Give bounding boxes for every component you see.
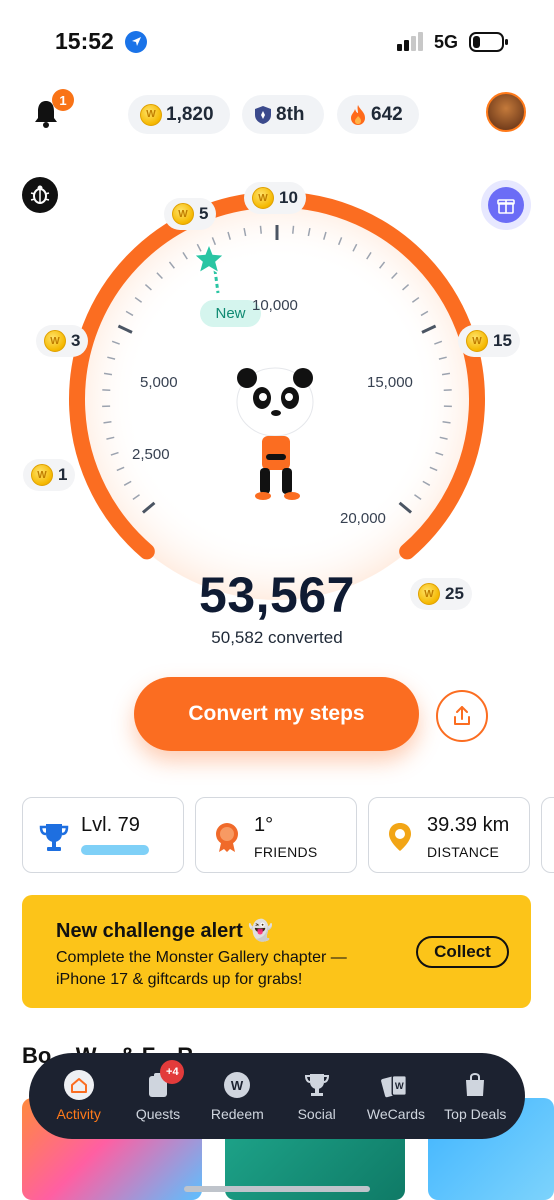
gauge-tick: [442, 421, 451, 424]
map-pin-icon: [389, 823, 411, 851]
coin-icon: W: [44, 330, 66, 352]
coin-icon: W: [172, 203, 194, 225]
step-gauge: [69, 191, 485, 600]
level-card[interactable]: Lvl. 79: [22, 797, 184, 873]
signal-icon: [397, 32, 423, 51]
distance-card[interactable]: 39.39 km DISTANCE: [368, 797, 530, 873]
gauge-tick: [292, 225, 295, 234]
reward-value: 5: [199, 204, 209, 223]
nav-wecards[interactable]: W WeCards: [356, 1070, 435, 1122]
nav-label: Redeem: [210, 1106, 264, 1122]
nav-label: WeCards: [366, 1106, 426, 1122]
gauge-tick: [259, 225, 262, 234]
status-time: 15:52: [55, 28, 114, 54]
reward-3[interactable]: W 3: [36, 325, 89, 357]
status-bar: 15:52 5G: [0, 0, 554, 80]
reward-value: 3: [71, 331, 81, 350]
reward-value: 10: [279, 188, 298, 207]
tick-label-20000: 20,000: [340, 510, 386, 527]
share-icon: [454, 706, 470, 725]
shield-icon: [255, 105, 271, 124]
svg-text:W: W: [231, 1078, 244, 1093]
challenge-text: Complete the Monster Gallery chapter — i…: [56, 949, 347, 988]
steps-converted: 50,582 converted: [211, 628, 343, 647]
nav-quests[interactable]: +4 Quests: [118, 1060, 197, 1122]
reward-value: 15: [493, 331, 512, 350]
tick-label-5000: 5,000: [140, 374, 178, 391]
distance-value: 39.39 km: [427, 814, 510, 836]
location-arrow-icon: [125, 31, 147, 53]
level-value: Lvl. 79: [81, 814, 140, 836]
challenge-banner[interactable]: New challenge alert 👻 Complete the Monst…: [22, 895, 531, 1008]
rank-pill[interactable]: 8th: [242, 95, 324, 134]
reward-10[interactable]: W 10: [244, 182, 306, 214]
reward-15[interactable]: W 15: [458, 325, 520, 357]
level-progress-bar: [81, 845, 149, 855]
trophy-icon: [302, 1070, 332, 1100]
battery-icon: [469, 32, 508, 52]
nav-label: Quests: [135, 1106, 181, 1122]
nav-redeem[interactable]: W Redeem: [198, 1070, 277, 1122]
cards-icon: W: [381, 1070, 411, 1100]
gauge-tick: [103, 421, 112, 424]
streak-pill[interactable]: 642: [337, 95, 419, 134]
nav-activity[interactable]: Activity: [39, 1070, 118, 1122]
tick-label-15000: 15,000: [367, 374, 413, 391]
nav-label: Activity: [56, 1106, 101, 1122]
rank-value: 8th: [276, 103, 305, 125]
quests-badge: +4: [160, 1060, 185, 1084]
bottom-nav: Activity +4 Quests W Redeem Social W WeC…: [29, 1053, 525, 1139]
bag-icon: [460, 1070, 490, 1100]
coin-w-icon: W: [222, 1070, 252, 1100]
coin-icon: W: [140, 103, 162, 126]
medal-icon: [216, 823, 238, 852]
nav-label: Social: [297, 1106, 336, 1122]
reward-1[interactable]: W 1: [23, 459, 76, 491]
collect-button[interactable]: Collect: [416, 936, 509, 968]
friends-rank: 1°: [254, 814, 274, 836]
friends-label: FRIENDS: [254, 844, 318, 860]
flame-icon: [351, 104, 365, 125]
streak-value: 642: [371, 103, 403, 125]
challenge-title: New challenge alert 👻: [56, 920, 274, 942]
reward-5[interactable]: W 5: [164, 198, 217, 230]
avatar[interactable]: [486, 92, 526, 132]
house-icon: [63, 1070, 94, 1100]
nav-social[interactable]: Social: [277, 1070, 356, 1122]
nav-top-deals[interactable]: Top Deals: [436, 1070, 515, 1122]
trophy-icon: [39, 824, 69, 851]
home-indicator: [184, 1186, 370, 1192]
coin-icon: W: [466, 330, 488, 352]
coin-icon: W: [31, 464, 53, 486]
coins-pill[interactable]: W 1,820: [128, 95, 230, 134]
more-stat-card[interactable]: [541, 797, 554, 873]
coins-value: 1,820: [166, 103, 214, 125]
tick-label-10000: 10,000: [252, 297, 298, 314]
steps-total: 53,567: [199, 567, 355, 623]
svg-text:W: W: [395, 1081, 404, 1091]
share-button[interactable]: [436, 690, 488, 742]
tick-label-2500: 2,500: [132, 446, 170, 463]
convert-steps-button[interactable]: Convert my steps: [134, 677, 419, 751]
notification-badge: 1: [52, 89, 74, 111]
distance-label: DISTANCE: [427, 844, 500, 860]
reward-value: 1: [58, 465, 68, 484]
network-type: 5G: [434, 32, 459, 52]
friends-card[interactable]: 1° FRIENDS: [195, 797, 357, 873]
coin-icon: W: [252, 187, 274, 209]
nav-label: Top Deals: [444, 1106, 507, 1122]
